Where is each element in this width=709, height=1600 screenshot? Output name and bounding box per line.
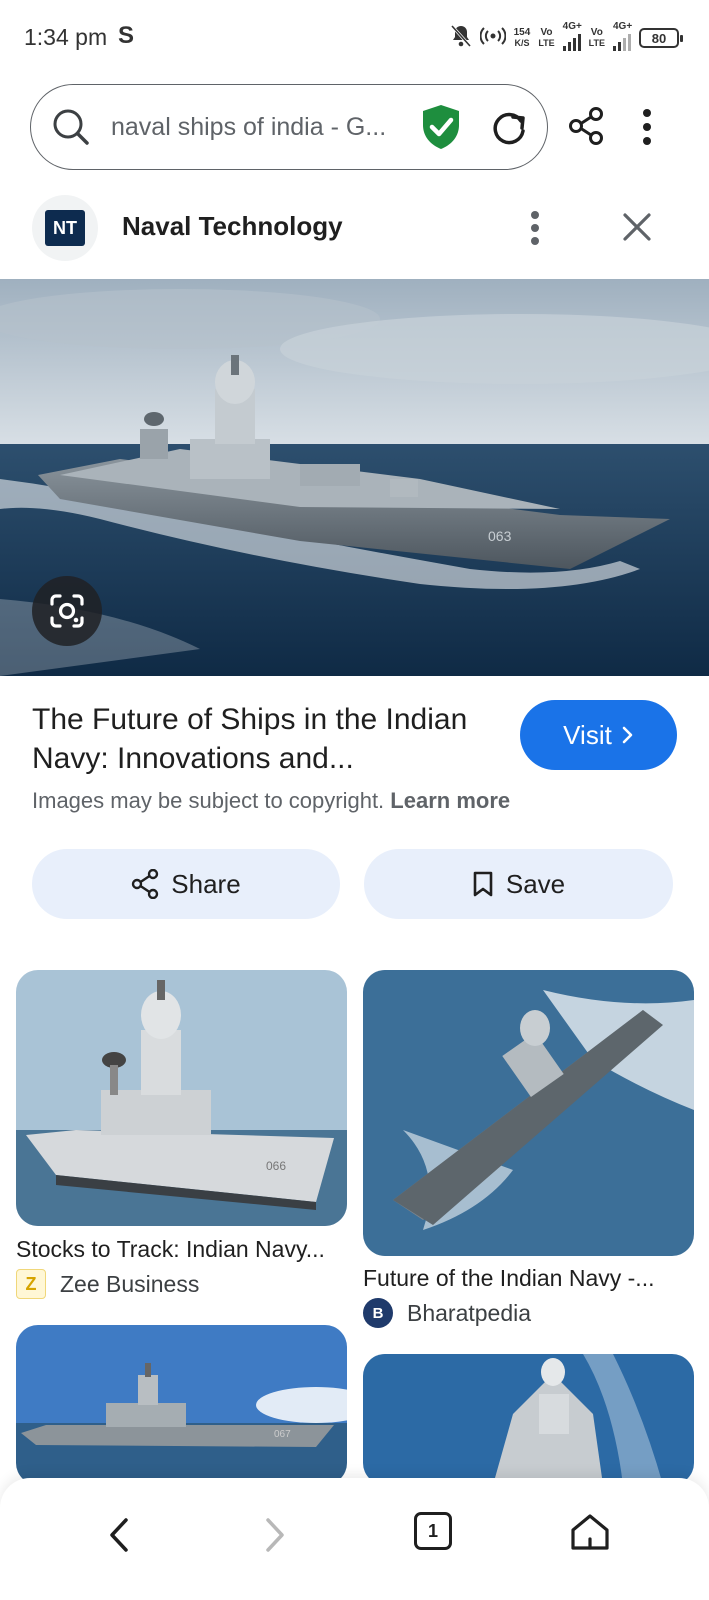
lens-icon xyxy=(50,594,84,628)
visit-label: Visit xyxy=(563,719,612,750)
visit-button[interactable]: Visit xyxy=(520,700,677,770)
volte-2-top: Vo xyxy=(590,27,603,38)
zee-favicon-text: Z xyxy=(25,1273,37,1294)
tab-count: 1 xyxy=(427,1520,438,1541)
network-speed: 154 K/S xyxy=(514,27,531,49)
save-label: Save xyxy=(505,868,566,899)
source-logo: NT xyxy=(45,210,85,246)
source-more-icon[interactable] xyxy=(530,210,540,251)
bottom-navigation: 1 xyxy=(0,1478,709,1600)
carrier-icon: S xyxy=(118,22,135,49)
zee-business-favicon: Z xyxy=(16,1269,46,1299)
related-site-1[interactable]: Z Zee Business xyxy=(16,1269,199,1299)
speed-value: 154 xyxy=(513,27,531,38)
related-image-4[interactable] xyxy=(363,1354,694,1485)
shield-check-icon[interactable] xyxy=(419,103,463,156)
back-icon[interactable] xyxy=(106,1516,132,1559)
signal-1-type: 4G+ xyxy=(562,21,582,32)
google-lens-button[interactable] xyxy=(32,576,102,646)
volte-2-bottom: LTE xyxy=(588,38,605,48)
refresh-icon[interactable] xyxy=(489,109,529,152)
status-bar: 1:34 pm S 154 K/S Vo LTE 4G+ Vo LTE 4G+ xyxy=(0,0,709,76)
battery-icon: 80 xyxy=(639,28,683,48)
signal-2-type: 4G+ xyxy=(613,21,633,32)
hull-number-3: 067 xyxy=(274,1429,291,1440)
volte-1-bottom: LTE xyxy=(538,38,555,48)
bharatpedia-favicon-text: B xyxy=(372,1304,384,1322)
search-bar[interactable]: naval ships of india - G... xyxy=(30,84,548,170)
related-site-2[interactable]: B Bharatpedia xyxy=(363,1298,531,1328)
hero-image[interactable]: 063 xyxy=(0,279,709,676)
status-icons: 154 K/S Vo LTE 4G+ Vo LTE 4G+ 80 xyxy=(450,21,683,53)
source-avatar[interactable]: NT xyxy=(32,195,98,261)
search-query[interactable]: naval ships of india - G... xyxy=(111,113,386,142)
forward-icon[interactable] xyxy=(262,1516,288,1559)
related-site-name-2: Bharatpedia xyxy=(407,1299,532,1326)
share-button[interactable]: Share xyxy=(32,849,340,919)
hotspot-icon xyxy=(479,25,507,52)
related-image-1[interactable]: 066 xyxy=(16,970,347,1226)
hero-hull-number: 063 xyxy=(488,528,512,544)
related-site-name-1: Zee Business xyxy=(60,1270,200,1297)
share-label: Share xyxy=(171,868,241,899)
signal-2: 4G+ xyxy=(613,21,632,51)
mute-bell-icon xyxy=(450,24,472,53)
more-options-icon[interactable] xyxy=(642,108,652,151)
share-icon xyxy=(132,869,159,899)
copyright-notice: Images may be subject to copyright. Lear… xyxy=(32,788,510,814)
related-caption-1[interactable]: Stocks to Track: Indian Navy... xyxy=(16,1236,325,1263)
learn-more-link[interactable]: Learn more xyxy=(390,788,510,813)
close-icon[interactable] xyxy=(622,212,652,247)
status-time: 1:34 pm xyxy=(24,24,108,50)
related-caption-2[interactable]: Future of the Indian Navy -... xyxy=(363,1265,654,1292)
volte-1: Vo LTE xyxy=(538,27,554,49)
home-icon[interactable] xyxy=(569,1512,611,1557)
search-icon xyxy=(51,107,91,152)
source-name[interactable]: Naval Technology xyxy=(122,211,343,242)
chevron-right-icon xyxy=(622,726,633,744)
tabs-icon: 1 xyxy=(414,1512,452,1550)
signal-2-icon xyxy=(613,33,631,51)
bookmark-icon xyxy=(473,871,493,897)
volte-2: Vo LTE xyxy=(589,27,605,49)
battery-level: 80 xyxy=(651,30,667,46)
bharatpedia-favicon: B xyxy=(363,1298,393,1328)
copyright-text: Images may be subject to copyright. xyxy=(32,788,385,813)
signal-1: 4G+ xyxy=(562,21,582,51)
related-image-3[interactable]: 067 xyxy=(16,1325,347,1485)
tabs-button[interactable]: 1 xyxy=(414,1512,452,1550)
hull-number-1: 066 xyxy=(266,1159,286,1173)
volte-1-top: Vo xyxy=(540,27,553,38)
signal-1-icon xyxy=(562,33,581,51)
share-icon[interactable] xyxy=(568,106,604,151)
save-button[interactable]: Save xyxy=(364,849,673,919)
related-image-2[interactable] xyxy=(363,970,694,1256)
result-title[interactable]: The Future of Ships in the Indian Navy: … xyxy=(32,700,502,778)
speed-unit: K/S xyxy=(514,38,530,48)
